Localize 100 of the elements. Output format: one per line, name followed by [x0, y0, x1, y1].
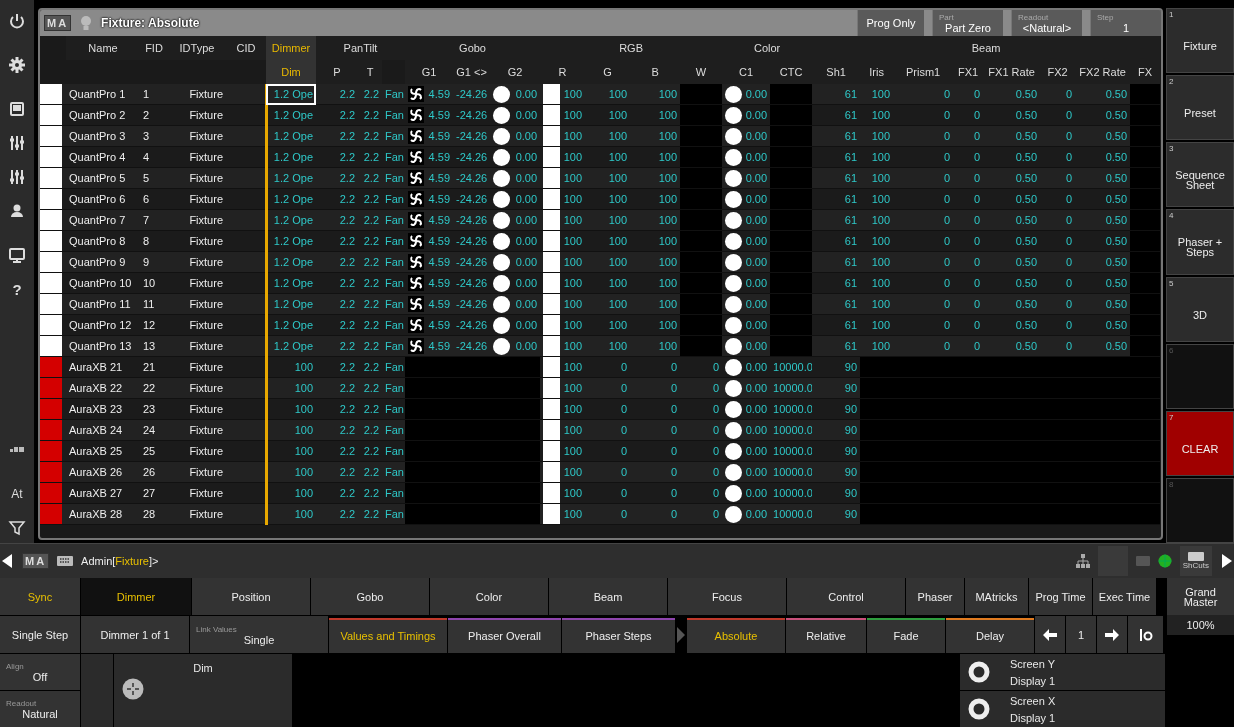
column-group-header[interactable]: FID	[140, 36, 168, 60]
align-button[interactable]: Align Off	[0, 654, 80, 690]
table-cell: 10000.0	[770, 503, 813, 525]
readout-button[interactable]: Readout Natural	[0, 691, 80, 727]
column-header[interactable]: R	[540, 60, 586, 84]
cell-value: 0.00	[515, 214, 538, 226]
table-cell: 61	[812, 251, 861, 273]
column-header[interactable]: W	[680, 60, 723, 84]
help-button[interactable]: ?	[12, 280, 22, 298]
feature-tab[interactable]: MAtricks	[965, 578, 1028, 615]
feature-tab[interactable]: Color	[430, 578, 548, 615]
step-field[interactable]: 1	[1066, 616, 1096, 653]
header-control[interactable]: Step 1	[1090, 10, 1161, 36]
table-cell: Fan	[382, 84, 406, 105]
column-header[interactable]: FX1 Rate	[983, 60, 1041, 84]
column-group-header[interactable]: PanTilt	[316, 36, 406, 60]
table-cell: 21	[140, 356, 168, 378]
view-button[interactable]: 3 Sequence Sheet	[1166, 142, 1234, 208]
prog-only-button[interactable]: Prog Only	[857, 10, 924, 36]
column-header[interactable]: FX2 Rate	[1075, 60, 1131, 84]
column-header[interactable]: G1 <>	[453, 60, 491, 84]
column-header[interactable]: C1	[722, 60, 771, 84]
gobo-icon	[408, 296, 425, 312]
feature-tab[interactable]: Position	[192, 578, 310, 615]
column-header[interactable]: Dim	[266, 60, 316, 84]
layer-tab[interactable]: Values and Timings	[329, 616, 447, 653]
next-button[interactable]	[1097, 616, 1127, 653]
column-header[interactable]: FX1	[953, 60, 984, 84]
column-group-header[interactable]: Name	[66, 36, 140, 60]
layer-tab[interactable]: Phaser Overall	[448, 616, 561, 653]
column-group-header[interactable]: Dimmer	[266, 36, 316, 60]
column-header[interactable]: P	[316, 60, 358, 84]
feature-tab[interactable]: Gobo	[311, 578, 429, 615]
sliders-icon[interactable]	[8, 168, 26, 186]
layer-tab[interactable]: Fade	[867, 616, 945, 653]
column-group-header[interactable]: Beam	[812, 36, 1161, 60]
attribute-page-button[interactable]: Dimmer 1 of 1	[81, 616, 189, 653]
feature-tab[interactable]: Dimmer	[81, 578, 191, 615]
encoder-knob-icon[interactable]	[122, 678, 144, 700]
layer-tab[interactable]: Absolute	[687, 616, 785, 653]
header-control[interactable]: Readout <Natural>	[1011, 10, 1082, 36]
column-header[interactable]: Sh1	[812, 60, 861, 84]
sync-button[interactable]: Sync	[0, 578, 80, 615]
link-values-button[interactable]: Link Values Single	[190, 616, 328, 653]
layer-tab[interactable]: Relative	[786, 616, 866, 653]
grand-master-button[interactable]: Grand Master	[1167, 578, 1234, 615]
column-header[interactable]: G	[585, 60, 631, 84]
globe-icon[interactable]	[1157, 554, 1172, 568]
clear-button[interactable]: 7 CLEAR	[1166, 410, 1234, 476]
header-control[interactable]: Part Part Zero	[932, 10, 1003, 36]
single-step-button[interactable]: Single Step	[0, 616, 80, 653]
filter-icon[interactable]	[8, 519, 26, 537]
layer-tab[interactable]: Phaser Steps	[562, 616, 675, 653]
table-cell: 100	[585, 272, 631, 294]
column-header[interactable]: FX	[1130, 60, 1161, 84]
previous-button[interactable]	[1035, 616, 1065, 653]
column-group-header[interactable]: IDType	[168, 36, 226, 60]
feature-tab[interactable]: Exec Time	[1093, 578, 1156, 615]
view-button[interactable]: 1 Fixture	[1166, 8, 1234, 74]
settings-icon[interactable]	[8, 56, 26, 74]
encoder-ring-icon[interactable]	[968, 698, 990, 720]
column-header[interactable]: G2	[490, 60, 541, 84]
column-group-header[interactable]: RGB	[540, 36, 723, 60]
layer-tab[interactable]: Delay	[946, 616, 1034, 653]
view-number: 2	[1168, 76, 1175, 88]
command-line[interactable]: Admin[Fixture]>	[81, 555, 159, 567]
circle-icon	[725, 463, 743, 481]
monitor-icon[interactable]	[8, 246, 26, 264]
shortcuts-button[interactable]: ShCuts	[1179, 546, 1212, 576]
column-header[interactable]: Iris	[860, 60, 894, 84]
right-arrow-icon[interactable]	[1220, 553, 1234, 569]
column-group-header[interactable]: CID	[226, 36, 266, 60]
table-cell: 2.2	[316, 398, 358, 420]
power-icon[interactable]	[8, 12, 26, 30]
column-header[interactable]: FX2	[1040, 60, 1076, 84]
column-header[interactable]: B	[630, 60, 681, 84]
feature-tab[interactable]: Beam	[549, 578, 667, 615]
view-button[interactable]: 4 Phaser + Steps	[1166, 209, 1234, 275]
sliders-icon[interactable]	[8, 134, 26, 152]
table-cell: 0.50	[983, 146, 1041, 168]
encoder-ring-icon[interactable]	[968, 661, 990, 683]
window-icon[interactable]	[8, 100, 26, 118]
feature-tab[interactable]: Focus	[668, 578, 786, 615]
left-arrow-icon[interactable]	[0, 553, 14, 569]
column-header[interactable]: CTC	[770, 60, 813, 84]
view-button[interactable]: 2 Preset	[1166, 75, 1234, 141]
column-group-header[interactable]: Gobo	[405, 36, 541, 60]
column-header[interactable]: Prism1	[893, 60, 954, 84]
column-header[interactable]: T	[358, 60, 382, 84]
feature-tab[interactable]: Control	[787, 578, 905, 615]
table-cell: Fixture	[168, 398, 226, 420]
column-header[interactable]: G1	[405, 60, 454, 84]
feature-tab[interactable]: Phaser	[906, 578, 964, 615]
person-icon[interactable]	[8, 202, 26, 220]
at-button[interactable]: At	[11, 487, 23, 501]
network-icon[interactable]	[1075, 554, 1090, 568]
step-mode-button[interactable]	[1128, 616, 1163, 653]
feature-tab[interactable]: Prog Time	[1029, 578, 1092, 615]
view-button[interactable]: 5 3D	[1166, 276, 1234, 342]
column-group-header[interactable]: Color	[722, 36, 813, 60]
